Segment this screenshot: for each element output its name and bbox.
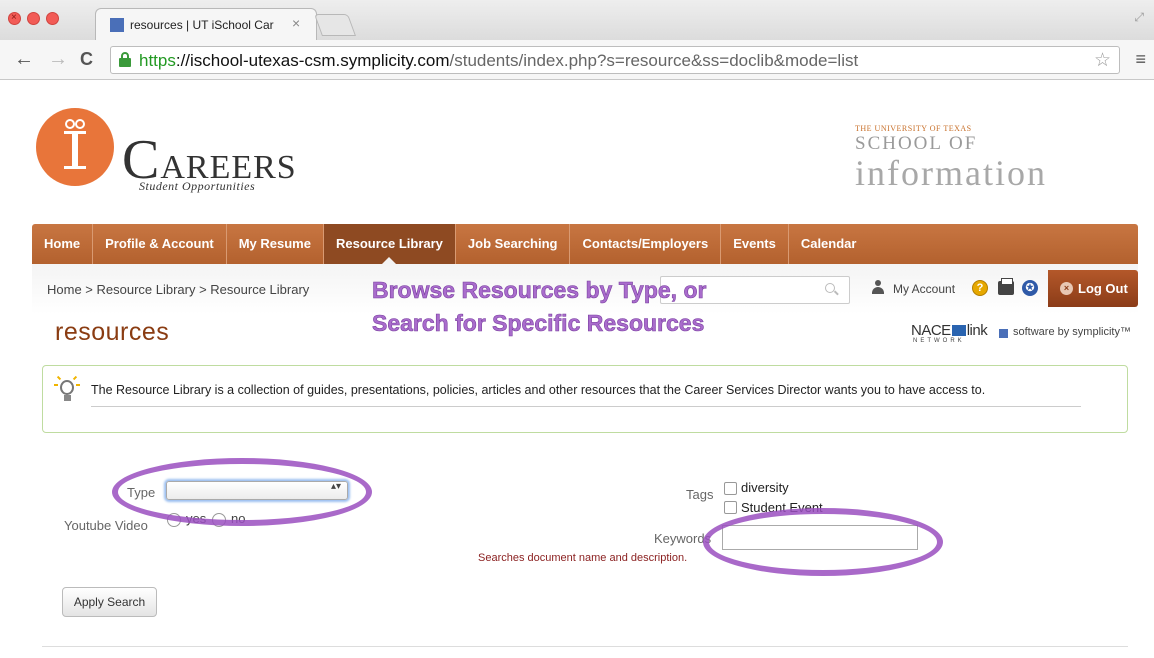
logout-button[interactable]: × Log Out bbox=[1048, 270, 1138, 307]
nacelink-logo: NACE link NETWORK bbox=[911, 322, 988, 344]
address-bar[interactable]: https://ischool-utexas-csm.symplicity.co… bbox=[110, 46, 1120, 74]
youtube-video-label: Youtube Video bbox=[64, 518, 148, 533]
annotation-line-2: Search for Specific Resources bbox=[372, 310, 705, 337]
accessibility-icon[interactable]: ✪ bbox=[1022, 280, 1038, 296]
window-zoom-button[interactable] bbox=[46, 12, 59, 25]
window-minimize-button[interactable] bbox=[27, 12, 40, 25]
tag-diversity-label: diversity bbox=[741, 480, 789, 495]
main-nav: Home Profile & Account My Resume Resourc… bbox=[32, 224, 1138, 264]
nav-home[interactable]: Home bbox=[32, 224, 94, 264]
nacelink-mark-icon bbox=[951, 325, 966, 336]
logout-label: Log Out bbox=[1078, 281, 1128, 296]
bottom-divider bbox=[42, 646, 1128, 647]
type-highlight-ellipse bbox=[112, 458, 372, 526]
tab-close-icon[interactable]: × bbox=[292, 15, 300, 31]
nav-my-resume[interactable]: My Resume bbox=[227, 224, 324, 264]
tags-label: Tags bbox=[686, 487, 714, 502]
back-arrow-icon[interactable]: ← bbox=[14, 48, 34, 71]
nav-contacts-employers[interactable]: Contacts/Employers bbox=[570, 224, 722, 264]
browser-tab[interactable]: resources | UT iSchool Car × bbox=[95, 8, 317, 40]
user-icon bbox=[871, 280, 885, 294]
tag-diversity-checkbox[interactable] bbox=[724, 482, 737, 495]
url-text: https://ischool-utexas-csm.symplicity.co… bbox=[139, 51, 859, 70]
keywords-highlight-ellipse bbox=[703, 508, 943, 576]
ischool-i-icon bbox=[64, 119, 86, 169]
bookmark-star-icon[interactable]: ☆ bbox=[1094, 49, 1111, 72]
new-tab-button[interactable] bbox=[313, 14, 357, 36]
info-box bbox=[42, 365, 1128, 433]
browser-titlebar: × resources | UT iSchool Car × ⤢ bbox=[0, 0, 1154, 40]
nav-profile-account[interactable]: Profile & Account bbox=[93, 224, 227, 264]
apply-search-button[interactable]: Apply Search bbox=[62, 587, 157, 617]
information-text: information bbox=[855, 153, 1047, 193]
keywords-hint: Searches document name and description. bbox=[478, 552, 688, 564]
annotation-line-1: Browse Resources by Type, or bbox=[372, 277, 707, 304]
page-title: resources bbox=[55, 318, 170, 346]
symplicity-square-icon bbox=[999, 329, 1008, 338]
browser-menu-icon[interactable]: ≡ bbox=[1135, 49, 1146, 70]
browser-toolbar: ← → C https://ischool-utexas-csm.symplic… bbox=[0, 40, 1154, 80]
search-icon[interactable] bbox=[825, 283, 835, 293]
divider bbox=[91, 406, 1081, 407]
lightbulb-icon bbox=[54, 375, 80, 404]
symplicity-credit: software by symplicity™ bbox=[1013, 326, 1131, 338]
student-opportunities-tagline: Student Opportunities bbox=[139, 179, 256, 193]
lock-icon bbox=[119, 52, 131, 67]
tag-student-event-checkbox[interactable] bbox=[724, 501, 737, 514]
nav-resource-library[interactable]: Resource Library bbox=[323, 224, 456, 264]
help-icon[interactable]: ? bbox=[972, 280, 988, 296]
info-text: The Resource Library is a collection of … bbox=[91, 383, 986, 397]
breadcrumb[interactable]: Home > Resource Library > Resource Libra… bbox=[47, 282, 309, 297]
ut-name: THE UNIVERSITY OF TEXAS bbox=[855, 124, 972, 133]
fullscreen-icon[interactable]: ⤢ bbox=[1134, 10, 1144, 25]
tab-title: resources | UT iSchool Car bbox=[130, 18, 274, 32]
print-icon[interactable] bbox=[998, 278, 1014, 295]
careers-logo[interactable] bbox=[36, 108, 114, 186]
nav-events[interactable]: Events bbox=[721, 224, 789, 264]
nav-job-searching[interactable]: Job Searching bbox=[456, 224, 571, 264]
forward-arrow-icon[interactable]: → bbox=[48, 48, 68, 71]
nav-calendar[interactable]: Calendar bbox=[789, 224, 869, 264]
my-account-link[interactable]: My Account bbox=[893, 282, 955, 296]
window-close-button[interactable]: × bbox=[8, 12, 21, 25]
favicon-icon bbox=[110, 18, 124, 32]
reload-icon[interactable]: C bbox=[80, 49, 93, 70]
close-circle-icon: × bbox=[1060, 282, 1073, 295]
